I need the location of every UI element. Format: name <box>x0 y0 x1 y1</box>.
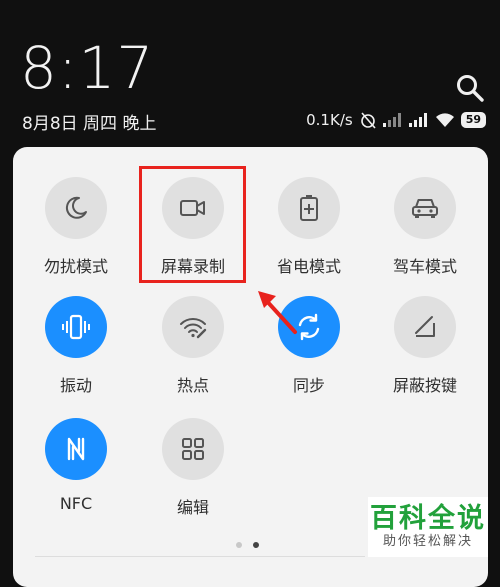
tile-vibrate[interactable]: 振动 <box>21 296 131 406</box>
battery-saver-icon <box>300 195 318 221</box>
tile-circle[interactable] <box>45 418 107 480</box>
battery-indicator: 59 <box>460 112 486 128</box>
tile-hotspot[interactable]: 热点 <box>138 296 248 406</box>
highlight-box <box>139 166 246 283</box>
signal-icon-1 <box>382 113 401 127</box>
tile-label: NFC <box>59 494 93 513</box>
date-text[interactable]: 8月8日 周四 晚上 <box>22 109 156 134</box>
signal-icon-2 <box>408 113 427 127</box>
tile-label: 省电模式 <box>276 257 341 276</box>
tile-do-not-disturb[interactable]: 勿扰模式 <box>21 177 131 287</box>
search-icon[interactable] <box>455 73 485 103</box>
edit-grid-icon <box>182 438 204 460</box>
moon-icon <box>65 196 87 219</box>
tile-label: 编辑 <box>176 498 209 517</box>
car-icon <box>412 199 438 218</box>
tile-nfc[interactable]: NFC <box>21 418 131 528</box>
tile-circle[interactable] <box>278 177 340 239</box>
tile-power-saver[interactable]: 省电模式 <box>254 177 364 287</box>
tile-label: 驾车模式 <box>392 257 457 276</box>
tile-circle[interactable] <box>45 296 107 358</box>
watermark-logo: 百科全说 助你轻松解决 <box>368 497 488 557</box>
alarm-off-icon <box>360 112 376 129</box>
tile-label: 振动 <box>59 376 92 395</box>
tile-circle[interactable] <box>45 177 107 239</box>
tile-block-keys[interactable]: 屏蔽按键 <box>370 296 480 406</box>
tile-label: 热点 <box>176 376 209 395</box>
tile-edit[interactable]: 编辑 <box>138 418 248 528</box>
watermark-subtitle: 助你轻松解决 <box>382 534 473 549</box>
watermark-title: 百科全说 <box>370 503 486 534</box>
bottom-divider <box>35 556 365 557</box>
vibrate-icon <box>62 314 90 340</box>
clock[interactable]: 8:17 <box>20 34 154 102</box>
red-arrow-annotation <box>258 291 297 334</box>
hotspot-icon <box>180 318 207 339</box>
nfc-icon <box>67 437 85 461</box>
tile-circle[interactable] <box>394 296 456 358</box>
network-speed: 0.1K/s <box>306 111 353 129</box>
tile-label: 勿扰模式 <box>43 257 108 276</box>
pager-dot-2[interactable] <box>253 542 259 548</box>
pager-dot-1[interactable] <box>236 542 242 548</box>
wifi-icon <box>435 112 454 127</box>
tile-label: 同步 <box>292 376 325 395</box>
pager-dots <box>236 542 259 548</box>
tile-circle[interactable] <box>394 177 456 239</box>
tile-circle[interactable] <box>162 296 224 358</box>
status-area: 8:17 8月8日 周四 晚上 0.1K/s 59 <box>0 0 500 150</box>
status-indicators: 0.1K/s 59 <box>306 108 486 132</box>
tile-circle[interactable] <box>162 418 224 480</box>
tile-driving-mode[interactable]: 驾车模式 <box>370 177 480 287</box>
tile-label: 屏蔽按键 <box>392 376 457 395</box>
block-keys-icon <box>415 316 435 337</box>
